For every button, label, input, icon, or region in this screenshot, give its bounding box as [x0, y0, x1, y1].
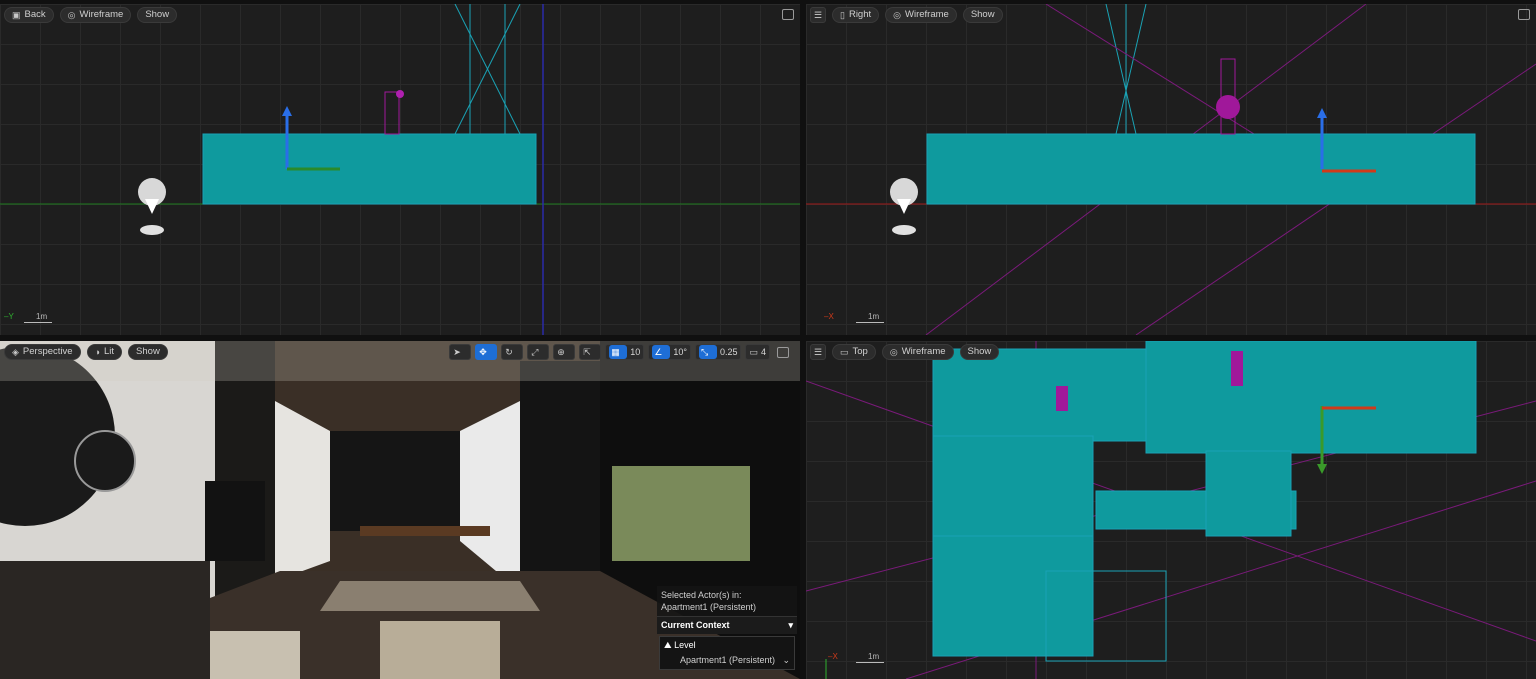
level-label: Level	[674, 640, 696, 650]
grid-snap-button[interactable]: ▦ 10	[605, 344, 645, 360]
scale-snap-value: 0.25	[719, 347, 738, 357]
translate-mode-icon[interactable]: ✥	[475, 344, 498, 360]
scale-snap-icon: ⤡	[698, 345, 717, 359]
selected-value: Apartment1 (Persistent)	[661, 602, 757, 612]
view-type-button[interactable]: ▯ Right	[832, 7, 880, 23]
view-icon: ▣	[12, 10, 21, 20]
show-label: Show	[145, 9, 170, 20]
rotate-snap-value: 10°	[673, 347, 687, 357]
surface-snap-icon[interactable]: ⇱	[579, 344, 602, 360]
view-mode-button[interactable]: ◎ Wireframe	[59, 7, 132, 23]
camera-speed-button[interactable]: ▭ 4	[745, 344, 770, 360]
current-context-header[interactable]: Current Context ▾	[657, 616, 797, 634]
axis-indicator: –X	[828, 652, 838, 661]
top-scene	[806, 341, 1536, 679]
view-label: Back	[24, 9, 46, 20]
viewport-right[interactable]: ☰ ▯ Right ◎ Wireframe Show –X 1m	[806, 4, 1536, 335]
view-mode-button[interactable]: ◎ Wireframe	[885, 7, 957, 23]
maximize-icon[interactable]	[1518, 9, 1530, 20]
rotate-mode-icon[interactable]: ↻	[501, 344, 524, 360]
level-icon: ⛰	[664, 640, 672, 650]
lit-icon: ◑	[94, 347, 100, 357]
select-mode-icon[interactable]: ➤	[449, 344, 472, 360]
view-type-button[interactable]: ▭ Top	[832, 344, 876, 360]
axis-indicator: –Y	[4, 312, 14, 321]
show-button[interactable]: Show	[128, 344, 168, 360]
axis-indicator: –X	[824, 312, 834, 321]
viewport-perspective[interactable]: ◈ Perspective ◑ Lit Show ➤ ✥ ↻ ⤢ ⊕ ⇱ ▦ 10 ∠…	[0, 341, 800, 679]
chevron-down-icon: ⌄	[782, 655, 790, 665]
show-label: Show	[136, 346, 160, 357]
wireframe-icon: ◎	[67, 10, 76, 20]
viewport-back[interactable]: ▣ Back ◎ Wireframe Show –Y 1m	[0, 4, 800, 335]
show-button[interactable]: Show	[962, 7, 1003, 23]
view-mode-button[interactable]: ◎ Wireframe	[881, 344, 954, 360]
back-toolbar: ▣ Back ◎ Wireframe Show	[4, 7, 178, 23]
rotate-snap-button[interactable]: ∠ 10°	[648, 344, 691, 360]
right-scene	[806, 4, 1536, 335]
menu-icon[interactable]: ☰	[810, 7, 826, 23]
wireframe-icon: ◎	[889, 347, 898, 357]
scale-indicator: 1m	[856, 652, 884, 663]
mode-label: Wireframe	[901, 346, 946, 357]
rotate-snap-icon: ∠	[652, 345, 671, 359]
camera-speed-value: 4	[760, 347, 766, 357]
grid-snap-icon: ▦	[609, 345, 628, 359]
show-button[interactable]: Show	[959, 344, 1000, 360]
view-mode-button[interactable]: ◑ Lit	[86, 344, 123, 360]
back-scene	[0, 4, 800, 335]
world-space-icon[interactable]: ⊕	[553, 344, 576, 360]
transform-toolbar: ➤ ✥ ↻ ⤢ ⊕ ⇱ ▦ 10 ∠ 10° ⤡ 0.25 ▭ 4	[449, 344, 794, 360]
perspective-toolbar: ◈ Perspective ◑ Lit Show	[4, 344, 168, 360]
view-label: Top	[852, 346, 868, 357]
show-label: Show	[970, 9, 995, 20]
view-icon: ▭	[840, 347, 849, 357]
maximize-icon[interactable]	[782, 9, 794, 20]
viewport-top[interactable]: ☰ ▭ Top ◎ Wireframe Show –X 1m	[806, 341, 1536, 679]
wireframe-icon: ◎	[893, 10, 901, 20]
grid-snap-value: 10	[630, 347, 641, 357]
right-toolbar: ☰ ▯ Right ◎ Wireframe Show	[810, 7, 1003, 23]
mode-label: Wireframe	[905, 9, 949, 20]
scale-mode-icon[interactable]: ⤢	[527, 344, 550, 360]
view-type-button[interactable]: ◈ Perspective	[4, 344, 81, 360]
cube-icon: ◈	[12, 347, 19, 357]
top-toolbar: ☰ ▭ Top ◎ Wireframe Show	[810, 344, 1000, 360]
show-button[interactable]: Show	[137, 7, 178, 23]
collapse-icon: ▾	[788, 620, 793, 630]
selected-actors-info: Selected Actor(s) in: Apartment1 (Persis…	[657, 586, 797, 616]
scale-indicator: 1m	[856, 312, 884, 323]
mode-label: Wireframe	[79, 9, 124, 20]
level-box: ⛰ Level Apartment1 (Persistent) ⌄	[659, 636, 795, 670]
maximize-icon[interactable]	[774, 345, 794, 359]
scale-snap-button[interactable]: ⤡ 0.25	[694, 344, 742, 360]
mode-label: Lit	[104, 346, 115, 357]
view-type-button[interactable]: ▣ Back	[4, 7, 54, 23]
view-icon: ▯	[840, 10, 845, 20]
context-panel: Selected Actor(s) in: Apartment1 (Persis…	[657, 586, 797, 672]
show-label: Show	[967, 346, 992, 357]
scale-indicator: 1m	[24, 312, 52, 323]
camera-icon: ▭	[749, 347, 758, 357]
menu-icon[interactable]: ☰	[810, 344, 826, 360]
level-dropdown[interactable]: Apartment1 (Persistent) ⌄	[664, 655, 790, 666]
view-label: Perspective	[22, 346, 73, 357]
selected-label: Selected Actor(s) in:	[661, 590, 742, 600]
view-label: Right	[848, 9, 872, 20]
